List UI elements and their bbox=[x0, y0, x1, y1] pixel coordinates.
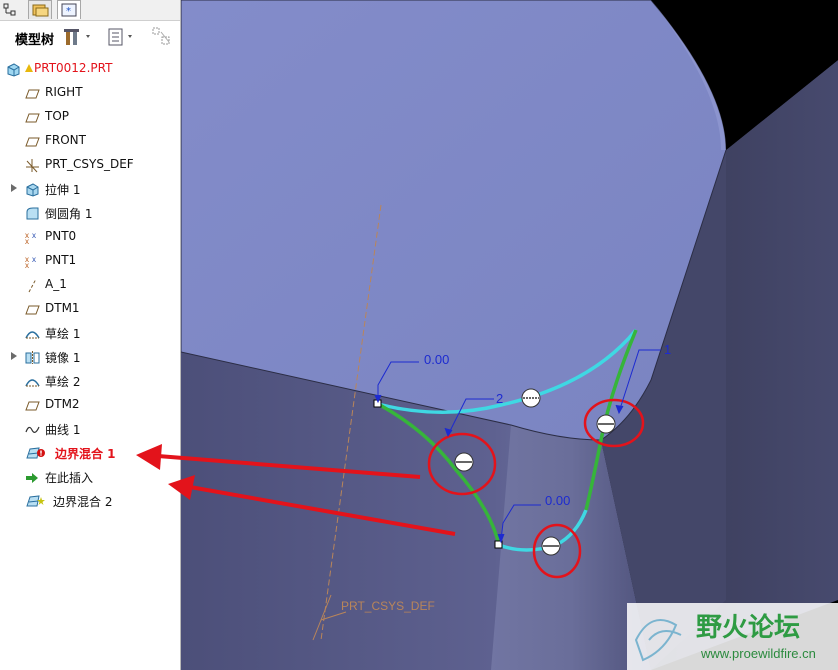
tree-item[interactable]: DTM2 bbox=[0, 394, 180, 416]
tree-item-label: A_1 bbox=[45, 277, 67, 291]
expand-arrow-icon[interactable] bbox=[11, 184, 17, 192]
tree-item[interactable]: 拉伸 1 bbox=[0, 178, 180, 200]
tree-item-label: 边界混合 1 bbox=[55, 447, 116, 461]
tree-item[interactable]: 镜像 1 bbox=[0, 346, 180, 368]
datum-plane-icon bbox=[25, 110, 40, 125]
tree-item-label: FRONT bbox=[45, 133, 86, 147]
part-icon bbox=[6, 62, 21, 77]
warning-triangle-icon bbox=[25, 59, 33, 77]
graphics-viewport[interactable]: PRT_CSYS_DEF 0.00 0.00 2 1 野火论坛 www.proe… bbox=[181, 0, 838, 670]
drag-handle-bottom[interactable] bbox=[541, 536, 561, 556]
dimension-value-bottom: 0.00 bbox=[545, 493, 570, 508]
tree-item-label: 在此插入 bbox=[45, 471, 94, 485]
tree-item[interactable]: A_1 bbox=[0, 274, 180, 296]
mirror-icon bbox=[25, 350, 40, 365]
sketch-icon bbox=[25, 374, 40, 389]
datum-point-icon: xxx bbox=[25, 230, 40, 246]
model-tree-tab-icon[interactable] bbox=[3, 3, 17, 17]
layer-filter-icon[interactable] bbox=[152, 27, 174, 52]
tree-item[interactable]: 在此插入 bbox=[0, 466, 180, 488]
tree-item[interactable]: 倒圆角 1 bbox=[0, 202, 180, 224]
tree-item[interactable]: DTM1 bbox=[0, 298, 180, 320]
show-menu-icon[interactable] bbox=[108, 27, 138, 52]
tree-item-label: PNT1 bbox=[45, 253, 77, 267]
datum-point-icon: xxx bbox=[25, 254, 40, 270]
tree-item-label: 拉伸 1 bbox=[45, 183, 81, 197]
datum-plane-icon bbox=[25, 302, 40, 317]
watermark: 野火论坛 www.proewildfire.cn bbox=[627, 603, 838, 670]
tree-item-label: PRT_CSYS_DEF bbox=[45, 157, 134, 171]
tree-item[interactable]: 边界混合 2 bbox=[0, 490, 180, 512]
tree-item[interactable]: PRT_CSYS_DEF bbox=[0, 154, 180, 176]
curve-icon bbox=[25, 422, 40, 437]
tree-item[interactable]: x x x PNT1 bbox=[0, 250, 180, 272]
curve-label-2: 2 bbox=[496, 391, 503, 406]
tree-item-label: RIGHT bbox=[45, 85, 83, 99]
csys-label: PRT_CSYS_DEF bbox=[341, 599, 435, 613]
svg-text:x: x bbox=[25, 237, 29, 245]
tree-item[interactable]: RIGHT bbox=[0, 82, 180, 104]
regen-star-icon bbox=[37, 492, 45, 510]
tree-item[interactable]: FRONT bbox=[0, 130, 180, 152]
insert-here-icon bbox=[25, 470, 40, 485]
tree-item-label: 曲线 1 bbox=[45, 423, 81, 437]
svg-text:*: * bbox=[66, 6, 71, 17]
tree-item-label: DTM2 bbox=[45, 397, 80, 411]
folder-browser-tab[interactable] bbox=[28, 0, 52, 19]
tree-title: 模型树 bbox=[15, 33, 55, 48]
sketch-icon bbox=[25, 326, 40, 341]
tree-item[interactable]: 草绘 1 bbox=[0, 322, 180, 344]
drag-handle-right[interactable] bbox=[596, 414, 616, 434]
tree-item-label: TOP bbox=[45, 109, 70, 123]
datum-plane-icon bbox=[25, 398, 40, 413]
tree-item-label: 草绘 2 bbox=[45, 375, 81, 389]
tree-item-label: 镜像 1 bbox=[45, 351, 81, 365]
tree-item[interactable]: 草绘 2 bbox=[0, 370, 180, 392]
datum-plane-icon bbox=[25, 134, 40, 149]
tree-item[interactable]: 曲线 1 bbox=[0, 418, 180, 440]
tree-item-label: 倒圆角 1 bbox=[45, 207, 93, 221]
tree-item-label: DTM1 bbox=[45, 301, 80, 315]
dimension-value-top: 0.00 bbox=[424, 352, 449, 367]
expand-arrow-icon[interactable] bbox=[11, 352, 17, 360]
tree-item-label: PNT0 bbox=[45, 229, 77, 243]
svg-text:x: x bbox=[32, 255, 36, 264]
watermark-title: 野火论坛 bbox=[696, 613, 800, 643]
curve-label-1: 1 bbox=[664, 342, 671, 357]
settings-tools-icon[interactable] bbox=[64, 27, 94, 52]
csys-icon bbox=[25, 158, 40, 173]
svg-text:x: x bbox=[32, 231, 36, 240]
tree-item-label: 边界混合 2 bbox=[53, 495, 113, 509]
tree-item[interactable]: x x x PNT0 bbox=[0, 226, 180, 248]
favorites-tab[interactable]: * bbox=[57, 0, 81, 19]
error-badge-icon bbox=[37, 444, 45, 462]
watermark-url: www.proewildfire.cn bbox=[700, 646, 816, 661]
tree-root-label: PRT0012.PRT bbox=[34, 61, 113, 75]
datum-axis-icon bbox=[25, 278, 40, 293]
svg-text:x: x bbox=[25, 261, 29, 269]
navigator-tabs: * bbox=[0, 0, 180, 21]
tree-root[interactable]: PRT0012.PRT bbox=[0, 58, 180, 80]
round-icon bbox=[25, 206, 40, 221]
tree-item[interactable]: TOP bbox=[0, 106, 180, 128]
drag-handle-left[interactable] bbox=[454, 452, 474, 472]
model-tree-panel: * 模型树 PRT0012.PRT RIGHT TOP FRONT PRT_CSYS_… bbox=[0, 0, 181, 670]
tree-item[interactable]: 边界混合 1 bbox=[0, 442, 180, 464]
tree-item-label: 草绘 1 bbox=[45, 327, 81, 341]
extrude-icon bbox=[25, 182, 40, 197]
datum-plane-icon bbox=[25, 86, 40, 101]
drag-handle-top[interactable] bbox=[521, 388, 541, 408]
tree-toolbar: 模型树 bbox=[0, 22, 180, 52]
